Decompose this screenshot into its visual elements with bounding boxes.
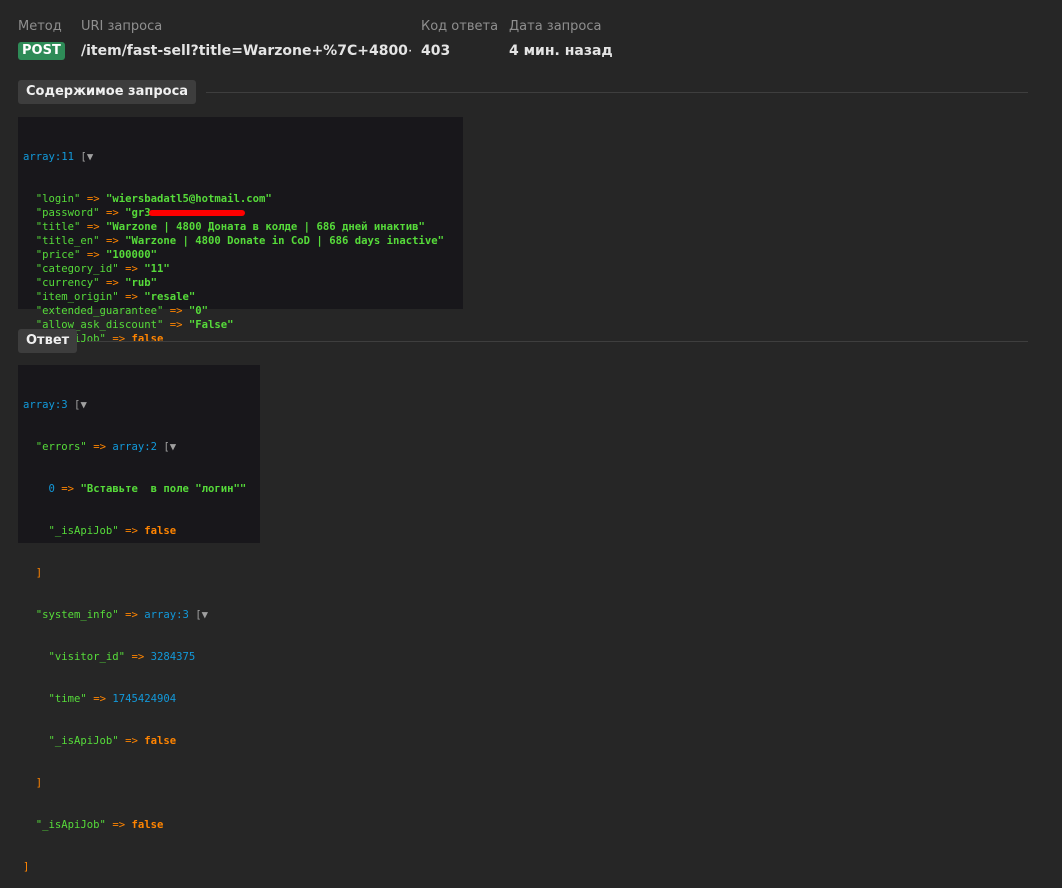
entry-value: "gr3 <box>125 207 151 219</box>
arrow-operator: => <box>125 291 138 303</box>
arrow-operator: => <box>125 735 138 747</box>
errors-key: "errors" <box>35 441 87 453</box>
request-section-header: Содержимое запроса <box>18 80 1028 104</box>
system-info-array-type: array:3 <box>144 609 189 621</box>
close-bracket: ] <box>35 777 43 789</box>
entry-key: "title_en" <box>35 235 100 247</box>
entry-key: "item_origin" <box>35 291 119 303</box>
arrow-operator: => <box>61 483 75 495</box>
entry-value: "rub" <box>125 277 157 289</box>
isapijob-key: "_isApiJob" <box>48 735 119 747</box>
request-entry: "title" => "Warzone | 4800 Доната в колд… <box>23 220 459 234</box>
arrow-operator: => <box>105 207 119 219</box>
arrow-operator: => <box>86 193 100 205</box>
entry-value: "100000" <box>105 249 157 261</box>
isapijob-key: "_isApiJob" <box>48 525 119 537</box>
method-label: Метод <box>18 19 62 34</box>
entry-key: "login" <box>35 193 81 205</box>
arrow-operator: => <box>105 277 119 289</box>
date-label: Дата запроса <box>509 19 602 34</box>
arrow-operator: => <box>105 235 119 247</box>
request-entry: "item_origin" => "resale" <box>23 290 459 304</box>
request-entry: "category_id" => "11" <box>23 262 459 276</box>
error-message: "Вставьте в поле "логин"" <box>80 483 247 495</box>
arrow-operator: => <box>131 651 145 663</box>
arrow-operator: => <box>125 609 138 621</box>
request-entry: "password" => "gr3 <box>23 206 459 220</box>
section-divider <box>87 340 1028 342</box>
entry-key: "currency" <box>35 277 100 289</box>
system-info-key: "system_info" <box>35 609 119 621</box>
collapse-toggle-icon[interactable]: ▼ <box>170 441 176 453</box>
arrow-operator: => <box>125 263 138 275</box>
arrow-operator: => <box>86 249 100 261</box>
isapijob-key: "_isApiJob" <box>35 819 106 831</box>
request-entries: "login" => "wiersbadatl5@hotmail.com" "p… <box>23 192 459 346</box>
close-bracket: ] <box>23 861 30 873</box>
visitor-id-value: 3284375 <box>150 651 196 663</box>
response-dump: array:3 [▼ "errors" => array:2 [▼ 0 => "… <box>18 365 260 873</box>
collapse-toggle-icon[interactable]: ▼ <box>87 151 93 163</box>
entry-key: "password" <box>35 207 100 219</box>
request-date: 4 мин. назад <box>509 43 613 59</box>
isapijob-value: false <box>144 525 177 537</box>
request-section-title: Содержимое запроса <box>18 80 197 104</box>
entry-value: "11" <box>144 263 170 275</box>
entry-key: "category_id" <box>35 263 119 275</box>
request-dump: array:11 [▼ "login" => "wiersbadatl5@hot… <box>18 117 463 387</box>
request-entry: "title_en" => "Warzone | 4800 Donate in … <box>23 234 459 248</box>
request-array-type: array:11 <box>23 151 75 163</box>
entry-key: "title" <box>35 221 81 233</box>
entry-value: "Warzone | 4800 Donate in CoD | 686 days… <box>125 235 444 247</box>
time-value: 1745424904 <box>112 693 177 705</box>
errors-array-type: array:2 <box>112 441 157 453</box>
arrow-operator: => <box>112 819 126 831</box>
arrow-operator: => <box>93 693 106 705</box>
response-array-type: array:3 <box>23 399 68 411</box>
isapijob-value: false <box>131 819 164 831</box>
entry-value: "wiersbadatl5@hotmail.com" <box>105 193 272 205</box>
request-uri[interactable]: /item/fast-sell?title=Warzone+%7C+4800+%… <box>81 43 411 59</box>
code-label: Код ответа <box>421 19 499 34</box>
uri-label: URI запроса <box>81 19 163 34</box>
collapse-toggle-icon[interactable]: ▼ <box>80 399 86 411</box>
entry-value: "0" <box>188 305 209 317</box>
request-entry: "extended_guarantee" => "0" <box>23 304 459 318</box>
response-code: 403 <box>421 43 451 59</box>
visitor-id-key: "visitor_id" <box>48 651 126 663</box>
entry-key: "extended_guarantee" <box>35 305 164 317</box>
arrow-operator: => <box>93 441 106 453</box>
collapse-toggle-icon[interactable]: ▼ <box>202 609 208 621</box>
entry-key: "price" <box>35 249 81 261</box>
request-entry: "login" => "wiersbadatl5@hotmail.com" <box>23 192 459 206</box>
arrow-operator: => <box>169 305 183 317</box>
arrow-operator: => <box>86 221 100 233</box>
time-key: "time" <box>48 693 87 705</box>
entry-value: "Warzone | 4800 Доната в колде | 686 дне… <box>105 221 425 233</box>
error-index: 0 <box>48 483 55 495</box>
request-entry: "price" => "100000" <box>23 248 459 262</box>
method-badge: POST <box>18 42 65 60</box>
close-bracket: ] <box>35 567 43 579</box>
response-section-title: Ответ <box>18 329 78 353</box>
entry-value: "resale" <box>144 291 196 303</box>
redaction-mark <box>148 210 245 216</box>
section-divider <box>206 91 1028 93</box>
arrow-operator: => <box>125 525 138 537</box>
response-section-header: Ответ <box>18 329 1028 353</box>
request-entry: "currency" => "rub" <box>23 276 459 290</box>
isapijob-value: false <box>144 735 177 747</box>
